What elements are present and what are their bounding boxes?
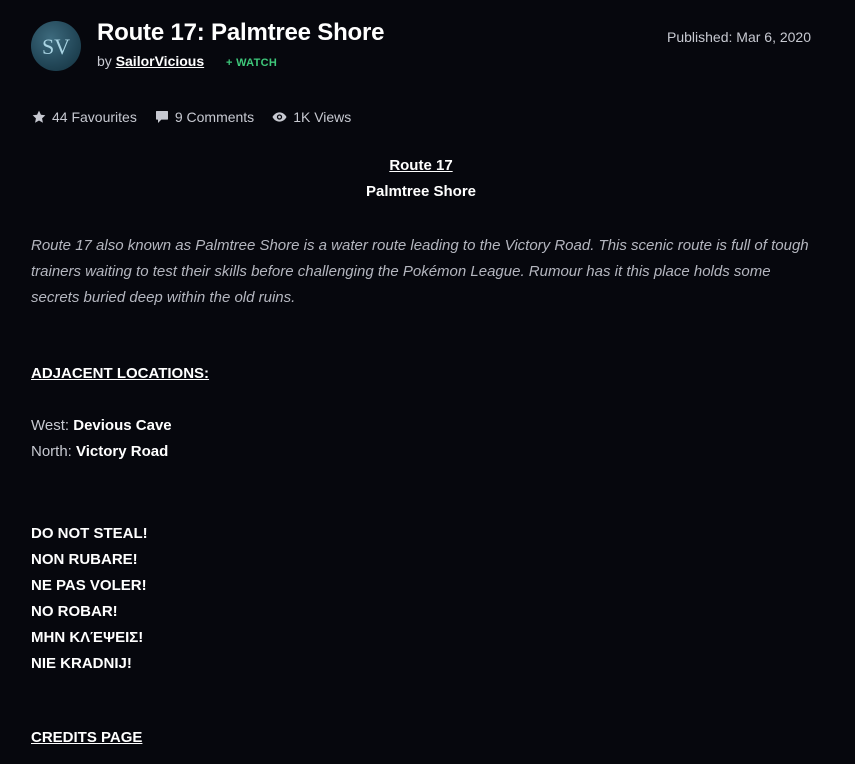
west-value: Devious Cave <box>73 417 172 434</box>
warning-line-spanish: NO ROBAR! <box>31 603 118 620</box>
warning-list: DO NOT STEAL! NON RUBARE! NE PAS VOLER! … <box>31 521 148 677</box>
views-count: 1K Views <box>293 109 352 125</box>
warning-line-polish: NIE KRADNIJ! <box>31 655 132 672</box>
comments-count: 9 Comments <box>174 109 255 125</box>
favourites-count: 44 Favourites <box>52 109 137 125</box>
comments-stat[interactable]: 9 Comments <box>154 109 254 125</box>
warning-line-english: DO NOT STEAL! <box>31 525 148 542</box>
adjacent-locations-heading: ADJACENT LOCATIONS: <box>31 365 210 382</box>
warning-line-greek: ΜΗΝ ΚΛΈΨΕΙΣ! <box>31 629 144 646</box>
avatar-initials: SV <box>42 34 70 59</box>
west-location: West: Devious Cave <box>31 417 172 434</box>
content-heading-route: Route 17 <box>389 157 453 174</box>
star-icon <box>32 110 46 123</box>
content-heading-name: Palmtree Shore <box>365 183 477 200</box>
watch-button[interactable]: + WATCH <box>226 57 277 69</box>
eye-icon <box>272 112 287 122</box>
author-link[interactable]: SailorVicious <box>116 53 204 69</box>
published-date: Published: Mar 6, 2020 <box>667 29 811 45</box>
deviation-title: Route 17: Palmtree Shore <box>97 19 385 46</box>
views-stat: 1K Views <box>271 109 351 125</box>
north-location: North: Victory Road <box>31 443 168 460</box>
by-prefix: by <box>97 53 112 69</box>
west-label: West: <box>31 417 70 434</box>
byline: by SailorVicious + WATCH <box>97 53 277 69</box>
credits-page-link[interactable]: CREDITS PAGE <box>31 729 142 746</box>
comment-icon <box>155 111 168 123</box>
warning-line-french: NE PAS VOLER! <box>31 577 147 594</box>
favourites-stat[interactable]: 44 Favourites <box>31 109 137 125</box>
avatar[interactable]: SV <box>31 21 81 71</box>
avatar-monogram-icon: SV <box>42 34 70 59</box>
warning-line-italian: NON RUBARE! <box>31 551 138 568</box>
north-label: North: <box>31 443 72 460</box>
stats-bar: 44 Favourites 9 Comments 1K Views <box>31 109 368 125</box>
description-paragraph: Route 17 also known as Palmtree Shore is… <box>31 237 809 306</box>
north-value: Victory Road <box>76 443 169 460</box>
